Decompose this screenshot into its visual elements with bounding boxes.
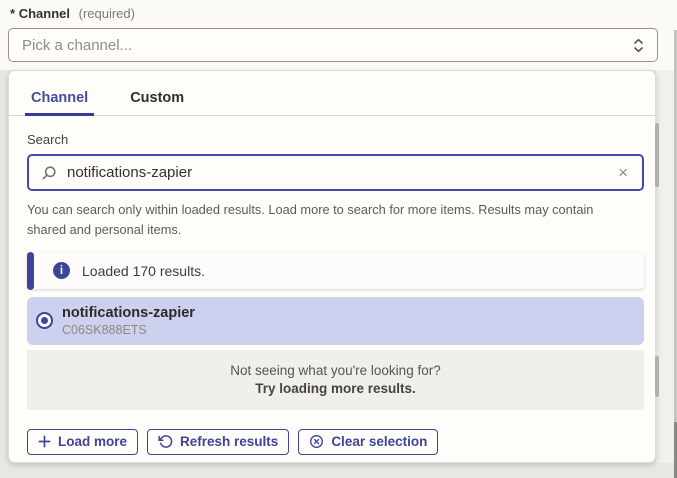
panel-scrollbar-thumb[interactable] — [655, 123, 659, 187]
required-asterisk: * — [10, 6, 15, 21]
select-placeholder: Pick a channel... — [22, 37, 633, 54]
radio-dot — [41, 317, 48, 324]
plus-icon — [38, 435, 51, 448]
alert-text: Loaded 170 results. — [82, 263, 205, 279]
tab-channel[interactable]: Channel — [25, 86, 94, 115]
tab-bar: Channel Custom — [9, 71, 655, 116]
clear-selection-button[interactable]: Clear selection — [298, 429, 438, 455]
action-button-row: Load more Refresh results — [27, 429, 643, 455]
panel-content: Search × You can search only within load… — [9, 116, 655, 455]
result-id: C06SK888ETS — [62, 323, 195, 337]
no-results-hint: Not seeing what you're looking for? Try … — [27, 350, 644, 410]
clear-selection-label: Clear selection — [331, 434, 427, 449]
field-label: * Channel (required) — [10, 6, 135, 21]
load-more-button[interactable]: Load more — [27, 429, 138, 455]
search-input[interactable] — [67, 164, 616, 181]
hint-question: Not seeing what you're looking for? — [230, 363, 440, 378]
field-label-text: Channel — [19, 6, 70, 21]
result-texts: notifications-zapier C06SK888ETS — [62, 305, 195, 338]
refresh-results-button[interactable]: Refresh results — [147, 429, 289, 455]
search-icon — [41, 165, 57, 181]
circle-x-icon — [309, 434, 324, 449]
search-helper-text: You can search only within loaded result… — [27, 200, 635, 241]
channel-dropdown-panel: Channel Custom Search × You can search o… — [8, 70, 656, 463]
result-name: notifications-zapier — [62, 305, 195, 322]
search-field: × — [27, 154, 644, 191]
loaded-results-alert: i Loaded 170 results. — [27, 253, 644, 289]
info-icon: i — [53, 262, 70, 279]
sort-chevrons-icon — [633, 37, 644, 54]
refresh-results-label: Refresh results — [180, 434, 278, 449]
clear-search-icon[interactable]: × — [616, 164, 630, 181]
panel-scrollbar-thumb[interactable] — [655, 356, 659, 397]
tab-custom[interactable]: Custom — [124, 86, 190, 115]
channel-picker-page: * Channel (required) Pick a channel... C… — [0, 0, 677, 478]
load-more-label: Load more — [58, 434, 127, 449]
alert-accent-bar — [27, 252, 34, 290]
radio-selected-icon[interactable] — [36, 312, 53, 329]
hint-suggestion: Try loading more results. — [255, 381, 416, 396]
search-label: Search — [27, 132, 643, 147]
channel-select[interactable]: Pick a channel... — [8, 28, 658, 62]
refresh-icon — [158, 434, 173, 449]
result-row-selected[interactable]: notifications-zapier C06SK888ETS — [27, 297, 644, 345]
required-note: (required) — [79, 6, 135, 21]
